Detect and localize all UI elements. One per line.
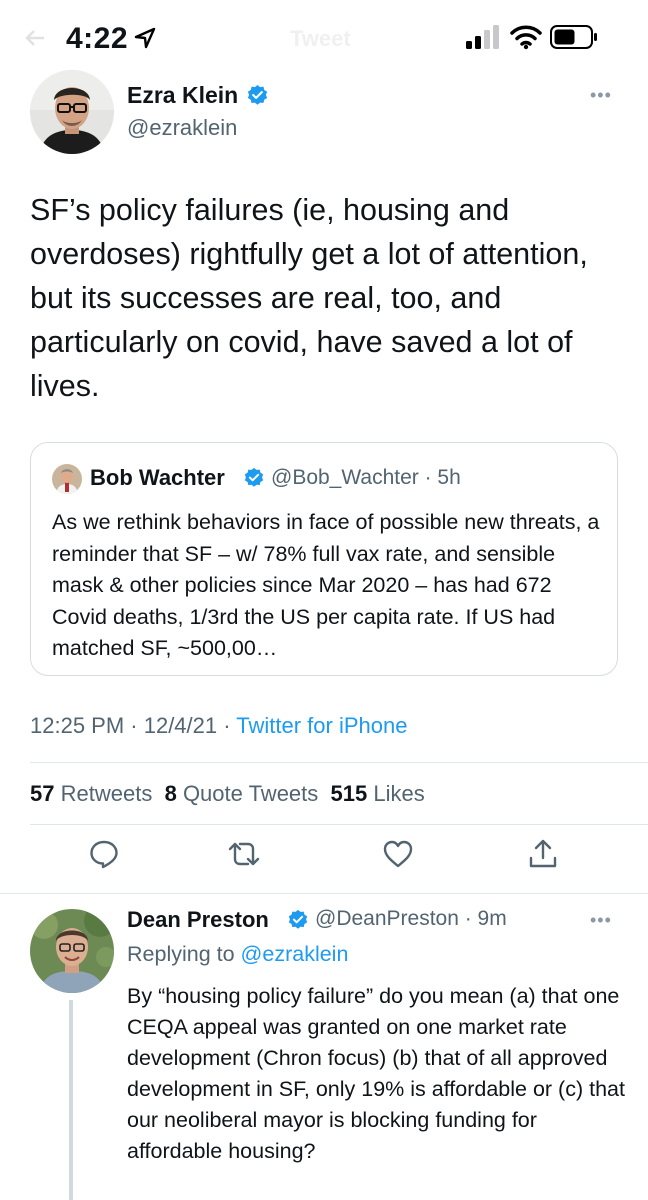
likes-label: Likes	[373, 781, 425, 806]
likes-count: 515	[330, 781, 368, 806]
quotes-label: Quote Tweets	[182, 781, 319, 806]
retweets-stat[interactable]: 57 Retweets	[30, 781, 152, 806]
avatar-image	[52, 464, 82, 494]
retweet-icon[interactable]	[228, 838, 260, 870]
divider	[30, 762, 648, 763]
retweets-label: Retweets	[60, 781, 153, 806]
location-arrow-icon	[134, 27, 156, 49]
author-handle[interactable]: @ezraklein	[127, 115, 237, 141]
replying-to-mention[interactable]: @ezraklein	[241, 942, 349, 966]
tweet-actions	[0, 838, 648, 878]
back-arrow-icon[interactable]	[24, 27, 46, 49]
replying-prefix: Replying to	[127, 942, 241, 966]
quoted-author-name[interactable]: Bob Wachter	[90, 465, 225, 491]
retweets-count: 57	[30, 781, 55, 806]
quoted-text: As we rethink behaviors in face of possi…	[52, 510, 600, 660]
verified-badge-icon	[244, 467, 264, 487]
verified-badge-icon	[247, 84, 268, 105]
nav-title: Tweet	[290, 26, 351, 51]
avatar-image	[30, 909, 114, 993]
reply-author-name[interactable]: Dean Preston	[127, 907, 269, 933]
status-time: 4:22	[66, 22, 129, 55]
replying-to: Replying to @ezraklein	[127, 942, 348, 967]
reply-meta: @DeanPreston · 9m	[315, 907, 507, 930]
thread-line	[69, 1000, 73, 1200]
likes-stat[interactable]: 515 Likes	[331, 781, 425, 806]
wifi-icon	[510, 25, 542, 50]
quoted-meta: @Bob_Wachter · 5h	[271, 466, 461, 489]
tweet-source-link[interactable]: Twitter for iPhone	[236, 713, 407, 738]
engagement-stats: 57 Retweets 8 Quote Tweets 515 Likes	[30, 781, 425, 807]
avatar-image	[30, 70, 114, 154]
status-bar: 4:22 Tweet	[0, 0, 648, 80]
like-icon[interactable]	[382, 838, 414, 870]
more-options-icon[interactable]: •••	[590, 85, 612, 106]
divider	[30, 824, 648, 825]
reply-text: By “housing policy failure” do you mean …	[127, 984, 625, 1163]
author-name[interactable]: Ezra Klein	[127, 82, 238, 109]
quotes-stat[interactable]: 8 Quote Tweets	[165, 781, 319, 806]
more-options-icon[interactable]: •••	[590, 910, 612, 931]
author-avatar[interactable]	[30, 70, 114, 154]
verified-badge-icon	[288, 909, 308, 929]
tweet-timestamp: 12:25 PM · 12/4/21 · Twitter for iPhone	[30, 713, 407, 739]
share-icon[interactable]	[527, 838, 559, 870]
quoted-tweet-card[interactable]: Bob Wachter @Bob_Wachter · 5h As we reth…	[30, 442, 618, 676]
cellular-signal-icon	[466, 25, 499, 49]
timestamp-text: 12:25 PM · 12/4/21 ·	[30, 713, 237, 738]
battery-icon	[550, 25, 597, 49]
quoted-author-avatar[interactable]	[52, 464, 82, 494]
reply-icon[interactable]	[88, 838, 120, 870]
tweet-text: SF’s policy failures (ie, housing and ov…	[30, 193, 588, 403]
quotes-count: 8	[164, 781, 177, 806]
divider	[0, 893, 648, 894]
reply-author-avatar[interactable]	[30, 909, 114, 993]
